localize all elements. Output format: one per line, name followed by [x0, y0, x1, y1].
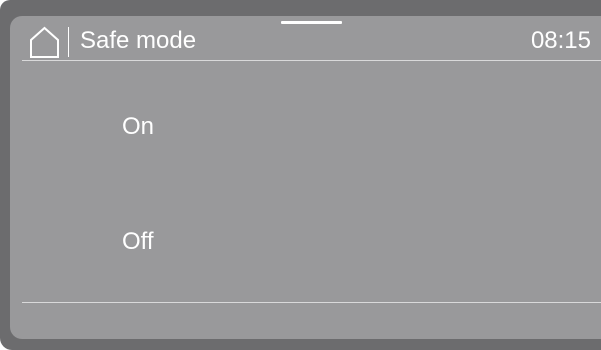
footer-divider	[22, 302, 601, 303]
top-indicator-bar	[281, 21, 342, 24]
header-separator	[68, 27, 69, 57]
home-icon	[30, 26, 59, 58]
home-button[interactable]	[29, 26, 60, 58]
option-on[interactable]: On	[10, 70, 601, 180]
option-off[interactable]: Off	[10, 186, 601, 296]
page-title: Safe mode	[80, 27, 197, 54]
display-screen: Safe mode 08:15 On Off	[10, 16, 601, 339]
header-divider	[22, 60, 601, 61]
device-frame: Safe mode 08:15 On Off	[0, 0, 601, 350]
option-off-label: Off	[122, 228, 154, 255]
clock-display: 08:15	[530, 27, 591, 54]
option-on-label: On	[122, 113, 155, 140]
